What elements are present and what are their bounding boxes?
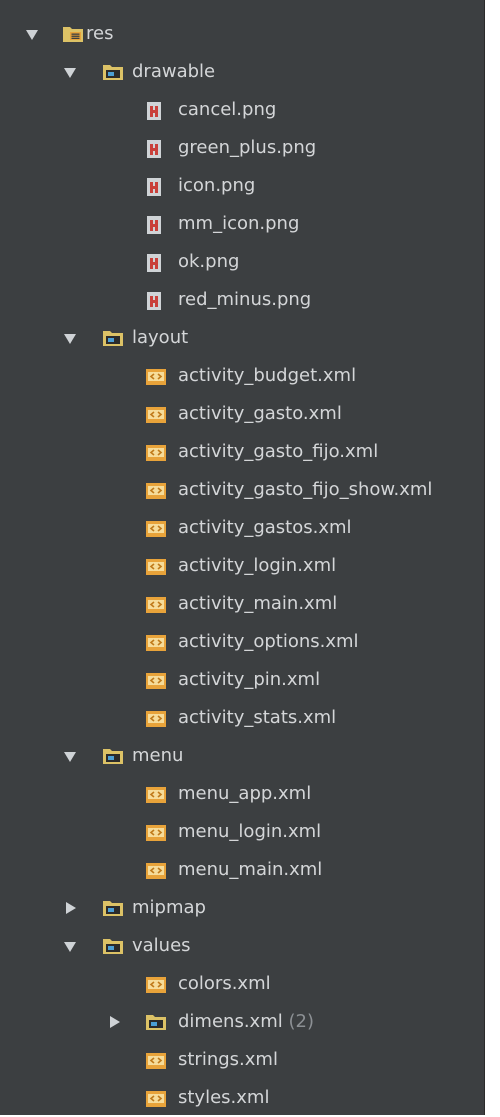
file-label: activity_login.xml [178, 555, 337, 576]
tree-file-xml[interactable]: activity_login.xml [0, 547, 485, 585]
xml-file-icon [146, 407, 166, 423]
collapse-arrow-icon[interactable] [110, 1016, 120, 1028]
tree-node-menu[interactable]: menu [0, 737, 485, 775]
tree-file-xml[interactable]: menu_main.xml [0, 851, 485, 889]
resource-folder-icon [63, 27, 83, 42]
expand-arrow-icon[interactable] [26, 30, 38, 40]
expand-arrow-icon[interactable] [64, 68, 76, 78]
expand-arrow-icon[interactable] [64, 752, 76, 762]
file-label: activity_stats.xml [178, 707, 337, 728]
tree-node-label: menu [132, 745, 184, 766]
file-label: mm_icon.png [178, 213, 300, 234]
png-file-icon [147, 254, 161, 272]
tree-file-png[interactable]: cancel.png [0, 91, 485, 129]
tree-file-xml[interactable]: activity_budget.xml [0, 357, 485, 395]
tree-node-label: mipmap [132, 897, 206, 918]
tree-file-xml[interactable]: activity_stats.xml [0, 699, 485, 737]
expand-arrow-icon[interactable] [64, 334, 76, 344]
file-label: activity_options.xml [178, 631, 359, 652]
tree-file-xml[interactable]: activity_gastos.xml [0, 509, 485, 547]
file-label: menu_login.xml [178, 821, 322, 842]
file-label: activity_gasto.xml [178, 403, 342, 424]
tree-file-png[interactable]: ok.png [0, 243, 485, 281]
tree-file-xml[interactable]: activity_pin.xml [0, 661, 485, 699]
file-label: activity_pin.xml [178, 669, 321, 690]
tree-file-png[interactable]: icon.png [0, 167, 485, 205]
file-label: activity_budget.xml [178, 365, 357, 386]
tree-file-xml[interactable]: menu_login.xml [0, 813, 485, 851]
tree-file-png[interactable]: green_plus.png [0, 129, 485, 167]
xml-file-icon [146, 825, 166, 841]
tree-file-png[interactable]: red_minus.png [0, 281, 485, 319]
xml-file-icon [146, 559, 166, 575]
tree-node-label: res [86, 23, 114, 44]
tree-node-res[interactable]: res [0, 15, 485, 53]
file-label: activity_main.xml [178, 593, 338, 614]
file-label: strings.xml [178, 1049, 278, 1070]
tree-file-xml[interactable]: activity_gasto_fijo_show.xml [0, 471, 485, 509]
tree-file-png[interactable]: mm_icon.png [0, 205, 485, 243]
tree-node-dimens[interactable]: dimens.xml (2) [0, 1003, 485, 1041]
png-file-icon [147, 178, 161, 196]
expand-arrow-icon[interactable] [64, 942, 76, 952]
file-label: ok.png [178, 251, 240, 272]
tree-node-label: values [132, 935, 191, 956]
file-label: activity_gastos.xml [178, 517, 352, 538]
folder-icon [103, 331, 123, 346]
tree-node-layout[interactable]: layout [0, 319, 485, 357]
file-label: colors.xml [178, 973, 271, 994]
file-label: menu_app.xml [178, 783, 312, 804]
folder-icon [103, 749, 123, 764]
png-file-icon [147, 292, 161, 310]
xml-file-icon [146, 521, 166, 537]
file-label: red_minus.png [178, 289, 312, 310]
file-label: icon.png [178, 175, 256, 196]
png-file-icon [147, 140, 161, 158]
tree-node-label: layout [132, 327, 189, 348]
xml-file-icon [146, 787, 166, 803]
tree-file-xml[interactable]: strings.xml [0, 1041, 485, 1079]
xml-file-icon [146, 369, 166, 385]
collapse-arrow-icon[interactable] [66, 902, 76, 914]
tree-node-values[interactable]: values [0, 927, 485, 965]
file-label: cancel.png [178, 99, 277, 120]
png-file-icon [147, 216, 161, 234]
tree-file-xml[interactable]: menu_app.xml [0, 775, 485, 813]
tree-file-xml[interactable]: activity_gasto_fijo.xml [0, 433, 485, 471]
tree-file-xml[interactable]: activity_options.xml [0, 623, 485, 661]
tree-node-label: dimens.xml (2) [178, 1003, 314, 1041]
file-label: dimens.xml [178, 1011, 283, 1032]
tree-node-drawable[interactable]: drawable [0, 53, 485, 91]
tree-file-xml[interactable]: activity_main.xml [0, 585, 485, 623]
folder-icon [146, 1015, 166, 1030]
png-file-icon [147, 102, 161, 120]
folder-icon [103, 901, 123, 916]
xml-file-icon [146, 1091, 166, 1107]
project-tree-panel: res drawable cancel.png green_plus.png i… [0, 0, 485, 1115]
file-count-badge: (2) [288, 1011, 314, 1032]
xml-file-icon [146, 863, 166, 879]
xml-file-icon [146, 1053, 166, 1069]
file-label: activity_gasto_fijo_show.xml [178, 479, 433, 500]
tree-file-xml[interactable]: colors.xml [0, 965, 485, 1003]
xml-file-icon [146, 673, 166, 689]
file-label: menu_main.xml [178, 859, 323, 880]
xml-file-icon [146, 635, 166, 651]
file-label: activity_gasto_fijo.xml [178, 441, 379, 462]
xml-file-icon [146, 483, 166, 499]
xml-file-icon [146, 977, 166, 993]
tree-file-xml[interactable]: activity_gasto.xml [0, 395, 485, 433]
folder-icon [103, 65, 123, 80]
tree-file-xml[interactable]: styles.xml [0, 1079, 485, 1117]
folder-icon [103, 939, 123, 954]
tree-node-label: drawable [132, 61, 216, 82]
file-label: green_plus.png [178, 137, 317, 158]
xml-file-icon [146, 711, 166, 727]
xml-file-icon [146, 597, 166, 613]
tree-node-mipmap[interactable]: mipmap [0, 889, 485, 927]
xml-file-icon [146, 445, 166, 461]
file-label: styles.xml [178, 1087, 270, 1108]
